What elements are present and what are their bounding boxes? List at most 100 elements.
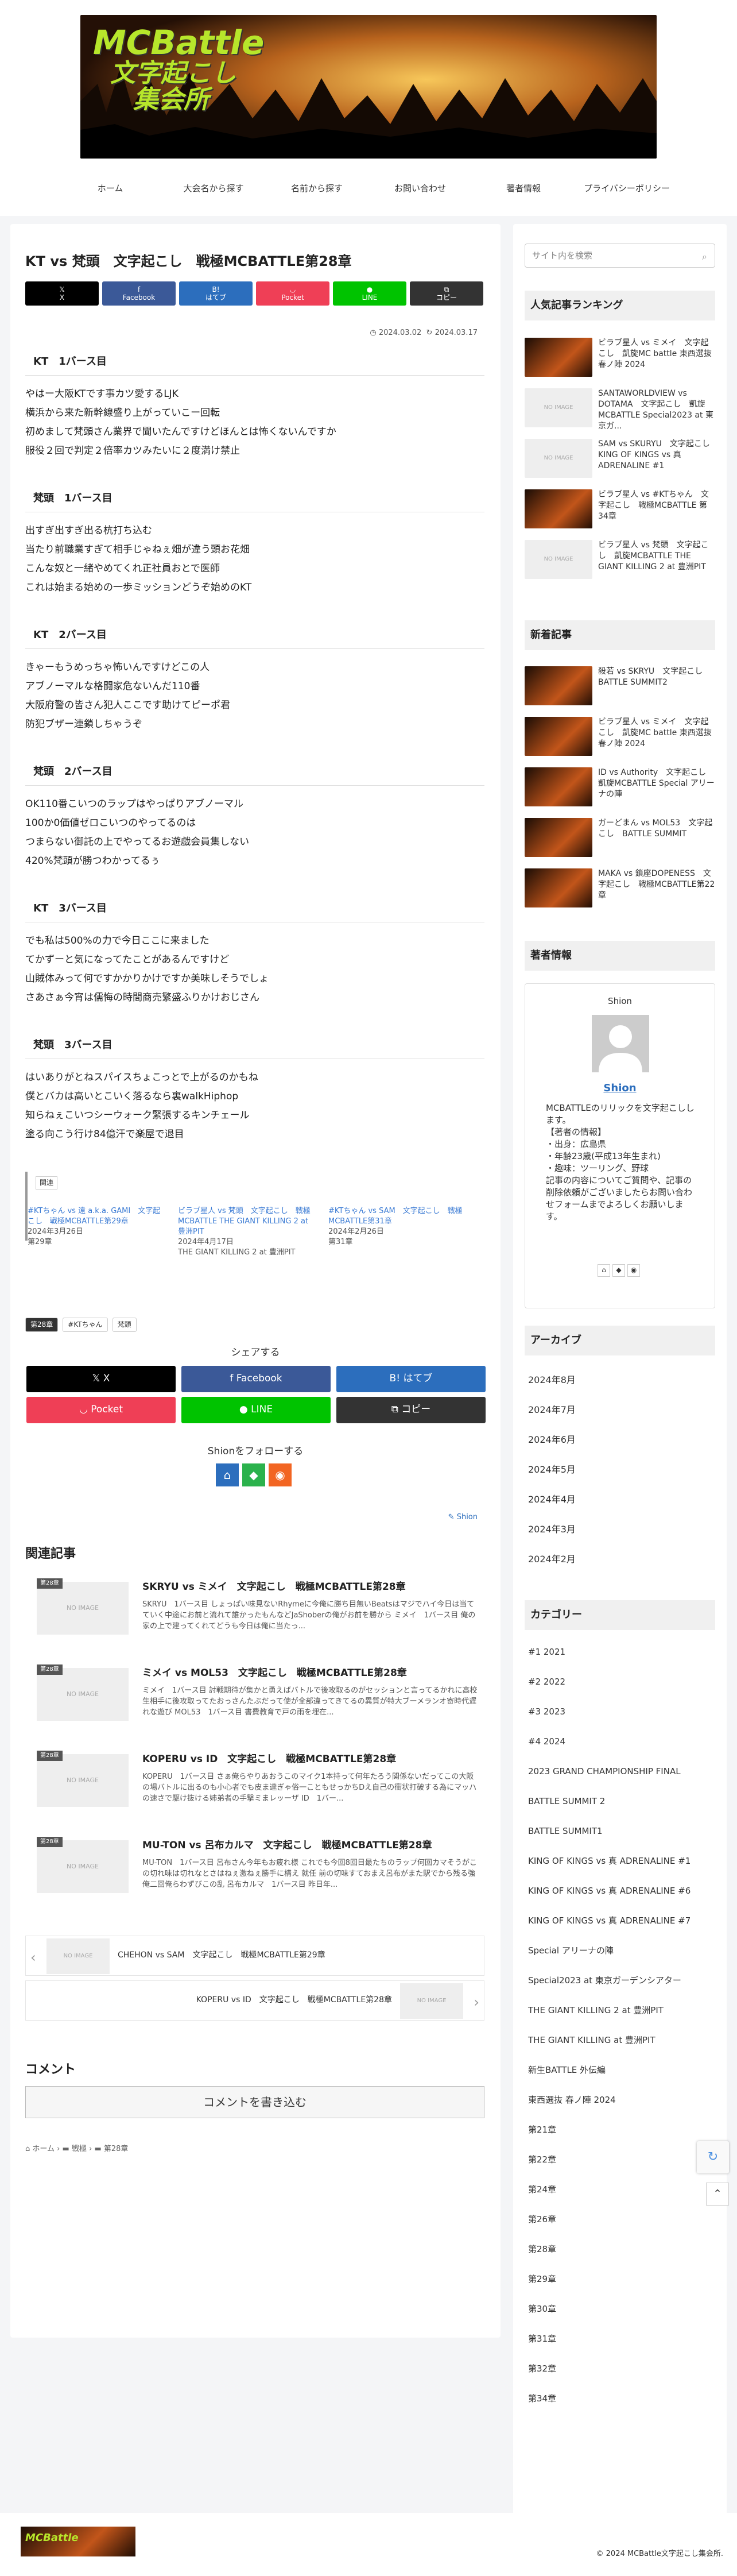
ranking-thumbnail[interactable]: NO IMAGE	[525, 388, 592, 427]
related-strip-item[interactable]: #KTちゃん vs SAM 文字起こし 戦極MCBATTLE第31章 2024年…	[328, 1206, 466, 1248]
card-thumbnail[interactable]: NO IMAGE	[37, 1668, 129, 1721]
archive-link[interactable]: 2024年7月	[528, 1403, 576, 1418]
breadcrumb-item[interactable]: 第28章	[104, 2145, 129, 2153]
share-hatena-button[interactable]: B! はてブ	[336, 1366, 486, 1392]
ranking-thumbnail[interactable]	[525, 489, 592, 528]
nav-contact[interactable]: お問い合わせ	[368, 176, 472, 201]
share-copy-button[interactable]: ⧉ コピー	[336, 1397, 486, 1423]
category-link[interactable]: 第26章	[528, 2214, 712, 2226]
ranking-title[interactable]: SANTAWORLDVIEW vs DOTAMA 文字起こし 凱旋MCBATTL…	[598, 388, 716, 432]
ranking-thumbnail[interactable]	[525, 338, 592, 377]
new-post-thumbnail[interactable]	[525, 717, 592, 756]
new-post-title[interactable]: ビラブ星人 vs ミメイ 文字起こし 凱旋MC battle 東西選抜 春ノ陣 …	[598, 717, 716, 750]
breadcrumb-item[interactable]: ホーム	[32, 2145, 55, 2153]
footer-logo[interactable]: MCBattle	[21, 2527, 135, 2556]
write-comment-button[interactable]: コメントを書き込む	[25, 2086, 484, 2118]
category-link[interactable]: 第29章	[528, 2273, 712, 2285]
category-link[interactable]: #2 2022	[528, 1676, 712, 1688]
category-link[interactable]: 2023 GRAND CHAMPIONSHIP FINAL	[528, 1766, 712, 1778]
card-thumbnail[interactable]: NO IMAGE	[37, 1754, 129, 1807]
archive-link[interactable]: 2024年4月	[528, 1492, 576, 1507]
new-post-thumbnail[interactable]	[525, 818, 592, 857]
new-post-item[interactable]: ID vs Authority 文字起こし 凱旋MCBATTLE Special…	[525, 767, 715, 809]
archive-link[interactable]: 2024年6月	[528, 1432, 576, 1447]
ranking-item[interactable]: ビラブ星人 vs #KTちゃん 文字起こし 戦極MCBATTLE 第34章	[525, 489, 715, 531]
share-pocket-button[interactable]: ◡ Pocket	[26, 1397, 176, 1423]
nav-home[interactable]: ホーム	[59, 176, 162, 201]
category-link[interactable]: THE GIANT KILLING 2 at 豊洲PIT	[528, 2005, 712, 2017]
related-card[interactable]: 第28章 NO IMAGE KOPERU vs ID 文字起こし 戦極MCBAT…	[25, 1745, 484, 1808]
category-link[interactable]: BATTLE SUMMIT1	[528, 1825, 712, 1837]
next-post-link[interactable]: KOPERU vs ID 文字起こし 戦極MCBATTLE第28章 NO IMA…	[25, 1980, 484, 2021]
category-link[interactable]: #4 2024	[528, 1736, 712, 1748]
share-line-button[interactable]: ● LINE	[181, 1397, 331, 1423]
category-link[interactable]: 第21章	[528, 2124, 712, 2136]
ranking-item[interactable]: NO IMAGE SAM vs SKURYU 文字起こし KING OF KIN…	[525, 439, 718, 480]
home-icon[interactable]: ⌂	[216, 1463, 239, 1486]
category-link[interactable]: Special2023 at 東京ガーデンシアター	[528, 1975, 712, 1987]
category-link[interactable]: 第32章	[528, 2363, 712, 2375]
ranking-item[interactable]: NO IMAGE SANTAWORLDVIEW vs DOTAMA 文字起こし …	[525, 388, 716, 432]
nav-privacy[interactable]: プライバシーポリシー	[575, 176, 678, 201]
feedly-icon[interactable]: ◆	[242, 1463, 265, 1486]
category-tag[interactable]: 第28章	[25, 1318, 59, 1333]
ranking-item[interactable]: NO IMAGE ビラブ星人 vs 梵頭 文字起こし 凱旋MCBATTLE TH…	[525, 540, 715, 581]
archive-link[interactable]: 2024年8月	[528, 1373, 576, 1388]
category-link[interactable]: 東西選抜 春ノ陣 2024	[528, 2094, 712, 2106]
category-link[interactable]: THE GIANT KILLING at 豊洲PIT	[528, 2034, 712, 2046]
archive-link[interactable]: 2024年3月	[528, 1522, 576, 1537]
ranking-title[interactable]: ビラブ星人 vs 梵頭 文字起こし 凱旋MCBATTLE THE GIANT K…	[598, 540, 716, 573]
new-post-thumbnail[interactable]	[525, 767, 592, 806]
ranking-thumbnail[interactable]: NO IMAGE	[525, 439, 592, 478]
post-tag[interactable]: #KTちゃん	[63, 1318, 108, 1333]
new-post-item[interactable]: ビラブ星人 vs ミメイ 文字起こし 凱旋MC battle 東西選抜 春ノ陣 …	[525, 717, 715, 758]
site-banner[interactable]: MCBattle 文字起こし 集会所	[80, 15, 657, 159]
search-input[interactable]: サイト内を検索	[525, 244, 715, 268]
share-pocket-button[interactable]: ◡ Pocket	[256, 281, 329, 306]
new-post-item[interactable]: MAKA vs 鎖座DOPENESS 文字起こし 戦極MCBATTLE第22章	[525, 868, 715, 910]
ranking-item[interactable]: ビラブ星人 vs ミメイ 文字起こし 凱旋MC battle 東西選抜 春ノ陣 …	[525, 338, 715, 379]
prev-post-link[interactable]: ‹ NO IMAGE CHEHON vs SAM 文字起こし 戦極MCBATTL…	[25, 1936, 484, 1976]
archive-link[interactable]: 2024年2月	[528, 1552, 576, 1567]
search-icon[interactable]: ⌕	[702, 249, 707, 264]
home-icon[interactable]: ⌂	[598, 1264, 610, 1277]
new-post-thumbnail[interactable]	[525, 868, 592, 907]
share-x-button[interactable]: 𝕏X	[25, 281, 99, 306]
category-link[interactable]: 第24章	[528, 2184, 712, 2196]
ranking-title[interactable]: ビラブ星人 vs #KTちゃん 文字起こし 戦極MCBATTLE 第34章	[598, 489, 716, 522]
related-card[interactable]: 第28章 NO IMAGE SKRYU vs ミメイ 文字起こし 戦極MCBAT…	[25, 1573, 484, 1636]
category-link[interactable]: 第22章	[528, 2154, 712, 2166]
nav-author[interactable]: 著者情報	[472, 176, 575, 201]
author-profile-link[interactable]: Shion	[525, 1080, 715, 1097]
card-title[interactable]: ミメイ vs MOL53 文字起こし 戦極MCBATTLE第28章	[142, 1666, 407, 1681]
category-link[interactable]: 新生BATTLE 外伝編	[528, 2064, 712, 2076]
share-facebook-button[interactable]: f Facebook	[102, 281, 176, 306]
card-thumbnail[interactable]: NO IMAGE	[37, 1840, 129, 1893]
share-copy-button[interactable]: ⧉ コピー	[410, 281, 483, 306]
ranking-thumbnail[interactable]: NO IMAGE	[525, 540, 592, 579]
scroll-top-button[interactable]: ⌃	[706, 2183, 729, 2206]
recaptcha-badge[interactable]: ↻	[697, 2141, 729, 2173]
new-post-item[interactable]: 殺若 vs SKRYU 文字起こし BATTLE SUMMIT2	[525, 666, 715, 708]
share-hatena-button[interactable]: B! はてブ	[179, 281, 253, 306]
nav-by-tournament[interactable]: 大会名から探す	[162, 176, 265, 201]
related-card[interactable]: 第28章 NO IMAGE MU-TON vs 呂布カルマ 文字起こし 戦極MC…	[25, 1831, 484, 1894]
post-tag[interactable]: 梵頭	[112, 1318, 137, 1333]
related-strip-item[interactable]: ビラブ星人 vs 梵頭 文字起こし 戦極MCBATTLE THE GIANT K…	[178, 1206, 316, 1258]
category-link[interactable]: Special アリーナの陣	[528, 1945, 712, 1957]
ranking-title[interactable]: ビラブ星人 vs ミメイ 文字起こし 凱旋MC battle 東西選抜 春ノ陣 …	[598, 338, 716, 370]
card-title[interactable]: SKRYU vs ミメイ 文字起こし 戦極MCBATTLE第28章	[142, 1579, 406, 1595]
category-link[interactable]: 第31章	[528, 2333, 712, 2345]
author-byline[interactable]: ✎ Shion	[448, 1512, 478, 1524]
category-link[interactable]: BATTLE SUMMIT 2	[528, 1795, 712, 1808]
share-x-button[interactable]: 𝕏 X	[26, 1366, 176, 1392]
rss-icon[interactable]: ◉	[269, 1463, 292, 1486]
category-link[interactable]: #3 2023	[528, 1706, 712, 1718]
related-card[interactable]: 第28章 NO IMAGE ミメイ vs MOL53 文字起こし 戦極MCBAT…	[25, 1659, 484, 1722]
breadcrumb-item[interactable]: 戦極	[72, 2145, 87, 2153]
category-link[interactable]: KING OF KINGS vs 真 ADRENALINE #1	[528, 1855, 712, 1867]
category-link[interactable]: 第30章	[528, 2303, 712, 2315]
new-post-title[interactable]: ガーどまん vs MOL53 文字起こし BATTLE SUMMIT	[598, 818, 716, 840]
new-post-title[interactable]: MAKA vs 鎖座DOPENESS 文字起こし 戦極MCBATTLE第22章	[598, 868, 716, 901]
category-link[interactable]: KING OF KINGS vs 真 ADRENALINE #6	[528, 1885, 712, 1897]
